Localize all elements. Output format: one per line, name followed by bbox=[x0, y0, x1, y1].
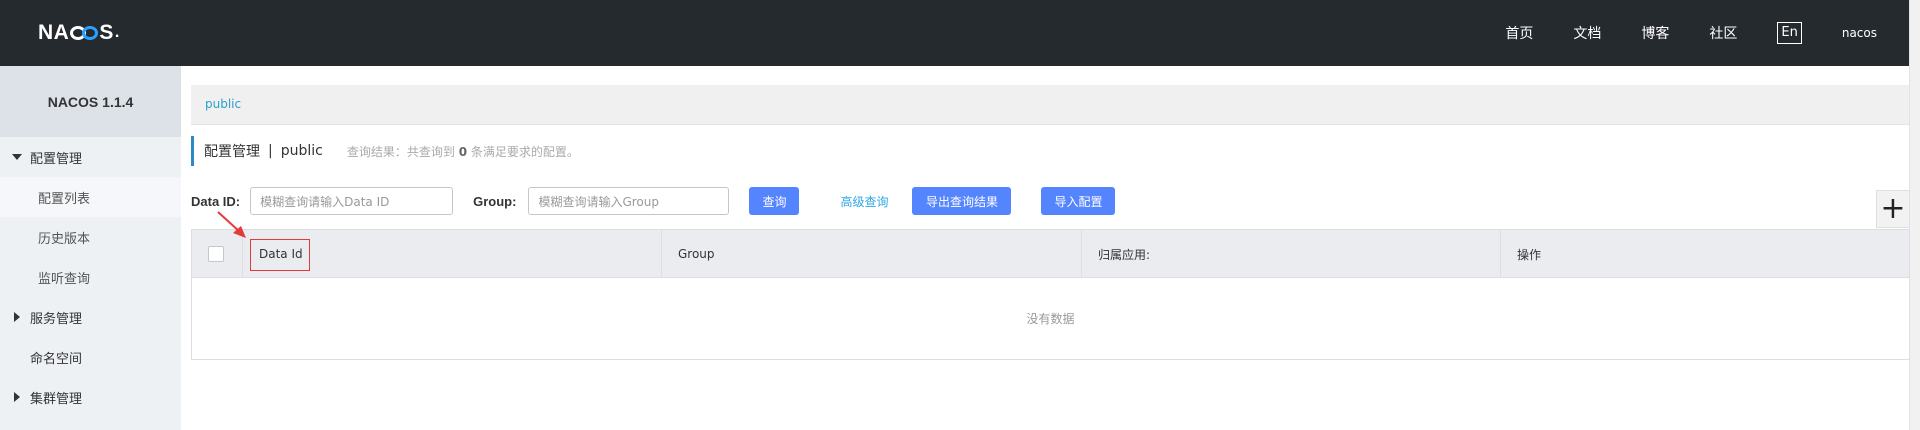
sidebar-group-config-management[interactable]: 配置管理 bbox=[0, 137, 181, 177]
caret-right-icon bbox=[14, 392, 20, 402]
top-nav: 首页 文档 博客 社区 En nacos bbox=[1505, 0, 1920, 66]
title-namespace: public bbox=[280, 143, 323, 159]
filter-row: Data ID: 模糊查询请输入Data ID Group: 模糊查询请输入Gr… bbox=[191, 187, 1116, 215]
column-header-actions: 操作 bbox=[1501, 230, 1909, 278]
sidebar-group-cluster-management[interactable]: 集群管理 bbox=[0, 377, 181, 417]
nacos-logo[interactable]: NA S . bbox=[38, 21, 120, 45]
group-label: Group: bbox=[473, 193, 517, 209]
caret-down-icon bbox=[12, 154, 22, 160]
title-separator: | bbox=[268, 143, 273, 159]
sidebar: NACOS 1.1.4 配置管理 配置列表 历史版本 监听查询 服务管理 命名空… bbox=[0, 66, 181, 430]
select-all-checkbox[interactable] bbox=[208, 246, 224, 262]
top-header: NA S . 首页 文档 博客 社区 En nacos bbox=[0, 0, 1920, 66]
add-config-button[interactable]: + bbox=[1876, 190, 1910, 228]
page-scrollbar[interactable] bbox=[1909, 0, 1920, 430]
data-id-label: Data ID: bbox=[191, 193, 241, 209]
language-toggle[interactable]: En bbox=[1777, 22, 1802, 44]
sidebar-item-label: 监听查询 bbox=[38, 271, 91, 287]
nav-community[interactable]: 社区 bbox=[1709, 23, 1737, 43]
query-count: 0 bbox=[458, 144, 468, 159]
column-header-label: Group bbox=[678, 247, 715, 261]
user-name[interactable]: nacos bbox=[1842, 26, 1877, 40]
import-config-button[interactable]: 导入配置 bbox=[1041, 187, 1116, 215]
sidebar-item-config-list[interactable]: 配置列表 bbox=[0, 177, 181, 217]
namespace-bar: public bbox=[191, 85, 1909, 125]
column-header-label: 操作 bbox=[1517, 247, 1542, 262]
column-header-label: 归属应用: bbox=[1098, 247, 1151, 262]
empty-state-text: 没有数据 bbox=[1026, 312, 1075, 326]
table-empty-body: 没有数据 bbox=[192, 278, 1909, 359]
export-results-button[interactable]: 导出查询结果 bbox=[912, 187, 1012, 215]
sidebar-item-label: 集群管理 bbox=[30, 391, 83, 407]
sidebar-item-label: 配置列表 bbox=[38, 191, 91, 207]
config-table: Data Id Group 归属应用: 操作 没有数据 bbox=[191, 229, 1910, 360]
advanced-query-link[interactable]: 高级查询 bbox=[840, 193, 888, 210]
query-note-suffix: 条满足要求的配置。 bbox=[470, 144, 579, 159]
data-id-input[interactable]: 模糊查询请输入Data ID bbox=[250, 187, 454, 215]
sidebar-item-label: 配置管理 bbox=[30, 151, 83, 167]
search-button[interactable]: 查询 bbox=[749, 187, 800, 215]
nav-home[interactable]: 首页 bbox=[1505, 23, 1533, 43]
sidebar-item-label: 历史版本 bbox=[38, 231, 91, 247]
sidebar-item-history-versions[interactable]: 历史版本 bbox=[0, 217, 181, 257]
sidebar-item-label: 服务管理 bbox=[30, 311, 83, 327]
caret-right-icon bbox=[14, 312, 20, 322]
select-all-cell bbox=[192, 230, 243, 278]
sidebar-item-label: 命名空间 bbox=[30, 351, 83, 367]
group-input[interactable]: 模糊查询请输入Group bbox=[528, 187, 730, 215]
query-result-note: 查询结果：共查询到 0 条满足要求的配置。 bbox=[347, 143, 579, 160]
namespace-link-public[interactable]: public bbox=[205, 97, 241, 111]
annotation-highlight-box bbox=[250, 239, 310, 271]
sidebar-item-namespace[interactable]: 命名空间 bbox=[0, 337, 181, 377]
query-note-prefix: 查询结果：共查询到 bbox=[346, 144, 455, 159]
column-header-app[interactable]: 归属应用: bbox=[1082, 230, 1501, 278]
sidebar-item-listener-query[interactable]: 监听查询 bbox=[0, 257, 181, 297]
sidebar-version-title: NACOS 1.1.4 bbox=[0, 66, 181, 137]
nav-blog[interactable]: 博客 bbox=[1641, 23, 1669, 43]
logo-dot: . bbox=[114, 24, 120, 41]
logo-text-start: NA bbox=[38, 21, 70, 44]
column-header-group[interactable]: Group bbox=[662, 230, 1082, 278]
logo-rings-icon bbox=[70, 26, 99, 40]
sidebar-group-service-management[interactable]: 服务管理 bbox=[0, 297, 181, 337]
nav-docs[interactable]: 文档 bbox=[1573, 23, 1601, 43]
logo-text-end: S bbox=[99, 21, 114, 44]
page-title-row: 配置管理 | public 查询结果：共查询到 0 条满足要求的配置。 bbox=[191, 136, 579, 166]
page-title: 配置管理 bbox=[204, 144, 260, 160]
column-header-data-id[interactable]: Data Id bbox=[243, 230, 662, 278]
table-header: Data Id Group 归属应用: 操作 bbox=[192, 230, 1909, 278]
